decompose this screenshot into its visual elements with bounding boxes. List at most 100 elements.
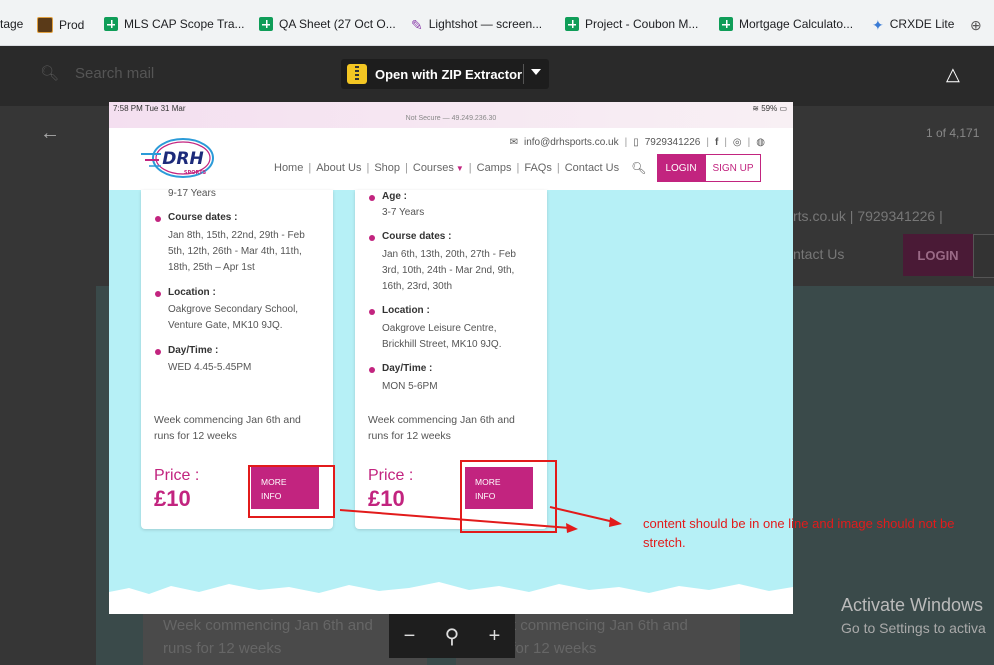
bookmark-item[interactable]: ✦ CRXDE Lite (872, 17, 955, 33)
price-value: £10 (154, 486, 191, 511)
location-value: Oakgrove Leisure Centre, Brickhill Street… (382, 323, 502, 350)
ghost-login-button: LOGIN (903, 234, 973, 276)
main-nav: Home | About Us | Shop | Courses ▼ | Camps | F… (274, 161, 647, 175)
prod-icon (37, 17, 53, 33)
bullet (369, 367, 375, 373)
sheets-icon (259, 17, 273, 31)
ghost-nav: ntact Us (793, 246, 845, 262)
status-url: Not Secure — 49.249.236.30 (405, 115, 497, 122)
ghost-week-text: Week commencing Jan 6th and runs for 12 w… (163, 617, 373, 657)
location-value: Oakgrove Secondary School, Venture Gate, … (168, 304, 299, 331)
nav-home[interactable]: Home (274, 162, 303, 174)
daytime-value: WED 4.45-5.45PM (168, 362, 252, 373)
status-battery: ≋ 59% ▭ (752, 104, 787, 113)
nav-courses[interactable]: Courses (413, 162, 454, 174)
add-to-drive-icon[interactable]: △ (946, 64, 960, 85)
price-label: Price : (368, 467, 414, 484)
bookmark-item[interactable]: Prod (37, 17, 84, 33)
wifi-icon: ≋ (752, 104, 762, 113)
ipad-status-bar: 7:58 PM Tue 31 Mar ≋ 59% ▭ Not Secure — … (109, 102, 793, 128)
bookmark-item[interactable]: MLS CAP Scope Tra... (104, 17, 245, 31)
mobile-icon: ▯ (633, 137, 639, 148)
annotation-note: content should be in one line and image … (643, 516, 955, 550)
bookmark-label: CRXDE Lite (889, 17, 955, 31)
page-count: 1 of 4,171 (926, 126, 980, 140)
ghost-signup-button (973, 234, 994, 278)
nav-shop[interactable]: Shop (374, 162, 400, 174)
zoom-in-icon[interactable]: + (489, 625, 501, 648)
bookmark-label: Mortgage Calculato... (739, 17, 854, 31)
bullet (155, 291, 161, 297)
bookmark-item[interactable]: Project - Coubon M... (565, 17, 698, 31)
zoom-out-icon[interactable]: − (404, 625, 416, 648)
nav-contact-us[interactable]: Contact Us (565, 162, 619, 174)
age-value: 3-7 Years (382, 207, 425, 218)
bookmark-item[interactable]: ⊕ (970, 17, 988, 33)
bullet (369, 235, 375, 241)
back-arrow-icon[interactable]: ← (40, 122, 60, 145)
nav-camps[interactable]: Camps (477, 162, 512, 174)
bookmark-item[interactable]: tage (0, 17, 23, 31)
zoom-icon[interactable]: ⚲ (445, 624, 460, 649)
week-info: Week commencing Jan 6th and runs for 12 w… (368, 414, 515, 442)
bookmark-label: Project - Coubon M... (585, 17, 699, 31)
envelope-icon: ✉ (509, 137, 518, 148)
zip-extractor-label: Open with ZIP Extractor (375, 66, 523, 82)
location-label: Location : (382, 305, 430, 316)
dribbble-icon[interactable]: ◍ (756, 137, 765, 148)
sheets-icon (565, 17, 579, 31)
daytime-label: Day/Time : (168, 345, 219, 356)
facebook-icon[interactable]: f (715, 137, 718, 148)
bullet (369, 195, 375, 201)
nav-faqs[interactable]: FAQs (524, 162, 552, 174)
status-time: 7:58 PM Tue 31 Mar (113, 104, 186, 113)
nav-about-us[interactable]: About Us (316, 162, 361, 174)
course-dates-value: Jan 6th, 13th, 20th, 27th - Feb 3rd, 10th… (382, 249, 516, 292)
chevron-down-icon[interactable]: ▼ (456, 164, 464, 173)
course-dates-label: Course dates : (382, 231, 452, 242)
chevron-down-icon[interactable] (531, 69, 541, 75)
login-button[interactable]: LOGIN (657, 154, 705, 182)
svg-text:DRH: DRH (162, 149, 203, 169)
bookmark-label: QA Sheet (27 Oct O... (279, 17, 396, 31)
gmail-search[interactable]: 🔍︎ Search mail (40, 64, 154, 83)
age-label: Age : (382, 191, 407, 202)
contact-email[interactable]: info@drhsports.co.uk (524, 137, 619, 148)
course-dates-value: Jan 8th, 15th, 22nd, 29th - Feb 5th, 12th… (168, 230, 305, 273)
activate-windows-subtitle: Go to Settings to activa (841, 620, 986, 636)
search-icon[interactable]: 🔍︎ (631, 161, 646, 175)
zoom-toolbar: − ⚲ + (389, 614, 515, 658)
bookmark-label: MLS CAP Scope Tra... (124, 17, 245, 31)
background-left (0, 106, 109, 665)
bullet (155, 349, 161, 355)
instagram-icon[interactable]: ◎ (733, 137, 742, 148)
battery-icon: ▭ (779, 104, 787, 113)
week-info: Week commencing Jan 6th and runs for 12 w… (154, 414, 301, 442)
ghost-contact: rts.co.uk | 7929341226 | (793, 208, 943, 224)
activate-windows-title: Activate Windows (841, 595, 984, 615)
annotation-box (248, 465, 335, 518)
divider (523, 64, 524, 84)
bookmarks-bar: tage Prod MLS CAP Scope Tra... QA Sheet … (0, 0, 994, 46)
torn-paper-edge (109, 582, 793, 614)
contact-row: ✉ info@drhsports.co.uk | ▯ 7929341226 | … (509, 137, 765, 148)
sheets-icon (104, 17, 118, 31)
bookmark-label: Prod (59, 18, 85, 32)
signup-button[interactable]: SIGN UP (705, 154, 761, 182)
course-dates-label: Course dates : (168, 212, 238, 223)
drh-logo[interactable]: DRH SPORTS (139, 136, 225, 182)
feather-icon: ✎ (411, 17, 423, 33)
daytime-value: MON 5-6PM (382, 381, 438, 392)
contact-phone[interactable]: 7929341226 (645, 137, 701, 148)
zip-extractor-button[interactable]: Open with ZIP Extractor (341, 59, 549, 89)
sheets-icon (719, 17, 733, 31)
bullet (369, 309, 375, 315)
bookmark-item[interactable]: QA Sheet (27 Oct O... (259, 17, 396, 31)
bookmark-item[interactable]: Mortgage Calculato... (719, 17, 853, 31)
bullet (155, 216, 161, 222)
daytime-label: Day/Time : (382, 363, 433, 374)
age-value: 9-17 Years (168, 188, 216, 199)
bookmark-item[interactable]: ✎ Lightshot — screen... (411, 17, 542, 33)
search-icon: 🔍︎ (40, 65, 60, 82)
bookmark-label: tage (0, 17, 24, 31)
